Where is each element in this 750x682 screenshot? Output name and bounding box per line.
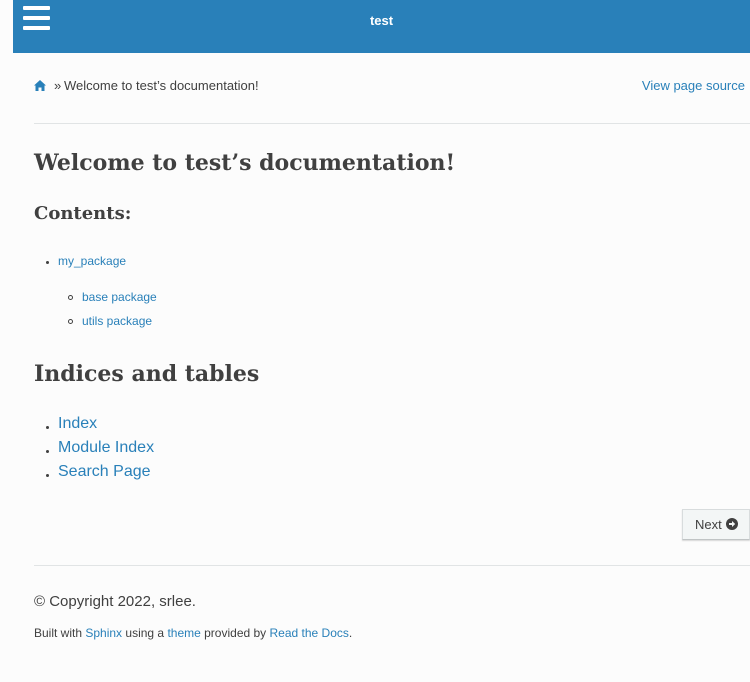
toc-caption: Contents: — [34, 203, 132, 224]
built-with-provided: provided by — [200, 626, 270, 640]
view-page-source-link[interactable]: View page source — [642, 78, 745, 93]
read-the-docs-link[interactable]: Read the Docs — [270, 626, 349, 640]
built-with-text: Built with Sphinx using a theme provided… — [34, 626, 352, 640]
built-with-period: . — [348, 626, 353, 640]
home-icon[interactable] — [34, 80, 46, 91]
top-nav-bar: test — [13, 0, 750, 53]
toc-item-my-package[interactable]: my_package — [58, 254, 126, 268]
page-title: Welcome to test’s documentation! — [34, 150, 456, 176]
footer-divider — [34, 565, 750, 566]
next-button[interactable]: Next — [682, 509, 750, 540]
toc-item-utils-package[interactable]: utils package — [82, 314, 152, 328]
next-button-label: Next — [695, 517, 722, 532]
indices-heading: Indices and tables — [34, 361, 260, 387]
site-title[interactable]: test — [13, 13, 750, 28]
theme-link[interactable]: theme — [167, 626, 200, 640]
main-content: » Welcome to test’s documentation! View … — [34, 53, 750, 640]
built-with-prefix: Built with — [34, 626, 86, 640]
list-bullet — [46, 450, 49, 453]
built-with-mid: using a — [122, 626, 168, 640]
breadcrumb: » Welcome to test’s documentation! View … — [34, 53, 750, 124]
list-bullet — [46, 426, 49, 429]
list-bullet — [46, 261, 49, 264]
module-index-link[interactable]: Module Index — [58, 439, 154, 457]
sphinx-link[interactable]: Sphinx — [85, 626, 122, 640]
arrow-circle-right-icon — [726, 518, 738, 530]
copyright-text: © Copyright 2022, srlee. — [34, 593, 196, 610]
list-bullet — [68, 295, 73, 300]
breadcrumb-separator: » — [54, 78, 62, 93]
breadcrumb-current: Welcome to test’s documentation! — [64, 78, 259, 93]
list-bullet — [46, 474, 49, 477]
list-bullet — [68, 319, 73, 324]
toc-item-base-package[interactable]: base package — [82, 290, 157, 304]
left-gutter — [0, 0, 13, 53]
index-link[interactable]: Index — [58, 415, 97, 433]
search-page-link[interactable]: Search Page — [58, 463, 151, 481]
